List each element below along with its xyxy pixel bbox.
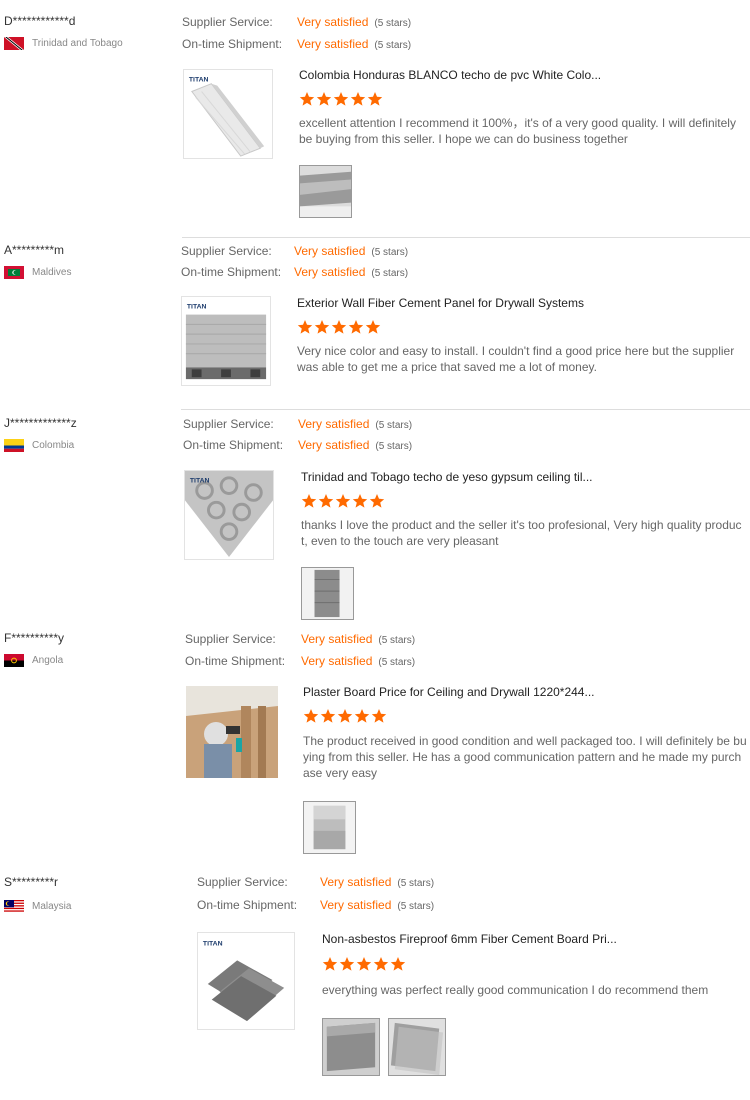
product-title-link[interactable]: Non-asbestos Fireproof 6mm Fiber Cement … bbox=[322, 932, 652, 946]
star-icon bbox=[320, 709, 336, 723]
star-icon bbox=[333, 92, 349, 106]
review-text: thanks I love the product and the seller… bbox=[301, 518, 742, 548]
shipment-rating: On-time Shipment: Very satisfied (5 stars) bbox=[183, 438, 413, 452]
review-card: J*************z Colombia Supplier Servic… bbox=[0, 416, 750, 626]
supplier-service-rating: Supplier Service: Very satisfied (5 stars) bbox=[182, 15, 412, 29]
shipment-rating: On-time Shipment: Very satisfied (5 stars) bbox=[185, 654, 416, 668]
star-icon bbox=[352, 494, 368, 508]
product-image[interactable] bbox=[186, 686, 278, 778]
star-icon bbox=[365, 320, 381, 334]
buyer-country: Trinidad and Tobago bbox=[4, 37, 123, 50]
buyer-name: D************d bbox=[4, 14, 76, 28]
product-image[interactable]: TITAN bbox=[181, 296, 271, 386]
buyer-country: Colombia bbox=[4, 439, 74, 452]
star-icon bbox=[337, 709, 353, 723]
supplier-service-rating: Supplier Service: Very satisfied (5 stars) bbox=[181, 244, 409, 258]
flag-malaysia-icon bbox=[4, 900, 24, 913]
star-icon bbox=[373, 957, 389, 971]
star-icon bbox=[390, 957, 406, 971]
supplier-service-rating: Supplier Service: Very satisfied (5 stars) bbox=[197, 875, 435, 889]
flag-maldives-icon bbox=[4, 266, 24, 279]
star-icon bbox=[316, 92, 332, 106]
buyer-name: F**********y bbox=[4, 631, 65, 645]
product-title-link[interactable]: Plaster Board Price for Ceiling and Dryw… bbox=[303, 685, 613, 699]
product-image[interactable]: TITAN bbox=[183, 69, 273, 159]
star-icon bbox=[335, 494, 351, 508]
review-card: A*********m Maldives Supplier Service: Ve… bbox=[0, 243, 750, 409]
supplier-service-rating: Supplier Service: Very satisfied (5 stars) bbox=[183, 417, 413, 431]
shipment-rating: On-time Shipment: Very satisfied (5 stars) bbox=[181, 265, 409, 279]
product-title-link[interactable]: Exterior Wall Fiber Cement Panel for Dry… bbox=[297, 296, 717, 310]
flag-trinidad-icon bbox=[4, 37, 24, 50]
star-icon bbox=[322, 957, 338, 971]
divider bbox=[181, 409, 750, 410]
review-text: everything was perfect really good commu… bbox=[322, 983, 709, 997]
star-icon bbox=[314, 320, 330, 334]
star-icon bbox=[356, 957, 372, 971]
star-rating bbox=[299, 91, 383, 107]
buyer-country: Malaysia bbox=[4, 900, 71, 913]
flag-angola-icon bbox=[4, 654, 24, 667]
star-rating bbox=[322, 956, 406, 972]
titan-logo: TITAN bbox=[190, 478, 210, 485]
review-text: The product received in good condition a… bbox=[303, 734, 747, 780]
review-photo-thumbnail[interactable] bbox=[303, 801, 356, 854]
buyer-country: Maldives bbox=[4, 266, 71, 279]
review-text: Very nice color and easy to install. I c… bbox=[297, 344, 735, 374]
star-icon bbox=[367, 92, 383, 106]
review-card: D************d Trinidad and Tobago Suppl… bbox=[0, 14, 750, 238]
product-title-link[interactable]: Trinidad and Tobago techo de yeso gypsum… bbox=[301, 470, 611, 484]
star-icon bbox=[303, 709, 319, 723]
product-image[interactable]: TITAN bbox=[184, 470, 274, 560]
star-icon bbox=[369, 494, 385, 508]
buyer-country: Angola bbox=[4, 654, 63, 667]
review-photo-thumbnail[interactable] bbox=[301, 567, 354, 620]
buyer-name: A*********m bbox=[4, 243, 65, 257]
flag-colombia-icon bbox=[4, 439, 24, 452]
titan-logo: TITAN bbox=[187, 304, 207, 311]
star-icon bbox=[371, 709, 387, 723]
review-photo-thumbnail[interactable] bbox=[388, 1018, 446, 1076]
star-rating bbox=[301, 493, 385, 509]
star-rating bbox=[303, 708, 387, 724]
shipment-rating: On-time Shipment: Very satisfied (5 stars) bbox=[182, 37, 412, 51]
buyer-name: J*************z bbox=[4, 416, 77, 430]
star-icon bbox=[297, 320, 313, 334]
star-rating bbox=[297, 319, 381, 335]
review-card: F**********y Angola Supplier Service: Ver… bbox=[0, 631, 750, 859]
star-icon bbox=[348, 320, 364, 334]
star-icon bbox=[350, 92, 366, 106]
product-image[interactable]: TITAN bbox=[197, 932, 295, 1030]
star-icon bbox=[339, 957, 355, 971]
divider bbox=[182, 237, 750, 238]
star-icon bbox=[301, 494, 317, 508]
titan-logo: TITAN bbox=[203, 941, 223, 948]
shipment-rating: On-time Shipment: Very satisfied (5 stars) bbox=[197, 898, 435, 912]
titan-logo: TITAN bbox=[189, 77, 209, 84]
review-photo-thumbnail[interactable] bbox=[322, 1018, 380, 1076]
star-icon bbox=[299, 92, 315, 106]
star-icon bbox=[354, 709, 370, 723]
buyer-name: S*********r bbox=[4, 875, 59, 889]
product-title-link[interactable]: Colombia Honduras BLANCO techo de pvc Wh… bbox=[299, 68, 619, 82]
review-photo-thumbnail[interactable] bbox=[299, 165, 352, 218]
review-text: excellent attention I recommend it 100%，… bbox=[299, 116, 736, 146]
supplier-service-rating: Supplier Service: Very satisfied (5 stars) bbox=[185, 632, 416, 646]
star-icon bbox=[331, 320, 347, 334]
review-card: S*********r Malaysia Supplier Service: Ve… bbox=[0, 875, 750, 1085]
star-icon bbox=[318, 494, 334, 508]
